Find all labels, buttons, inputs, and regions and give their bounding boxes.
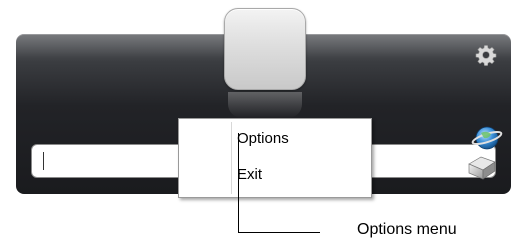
menu-item-exit[interactable]: Exit [237,165,262,185]
main-widget-button[interactable] [224,8,306,90]
options-context-menu: Options Exit [178,118,372,198]
callout-label: Options menu [357,221,457,238]
menu-item-options[interactable]: Options [237,129,289,149]
callout-line-horizontal [238,232,320,233]
menu-gutter [231,122,232,194]
globe-icon[interactable] [463,124,507,180]
text-caret [43,152,44,170]
button-reflection [228,92,302,118]
callout-line-vertical [238,133,239,233]
gear-icon[interactable] [475,44,497,66]
